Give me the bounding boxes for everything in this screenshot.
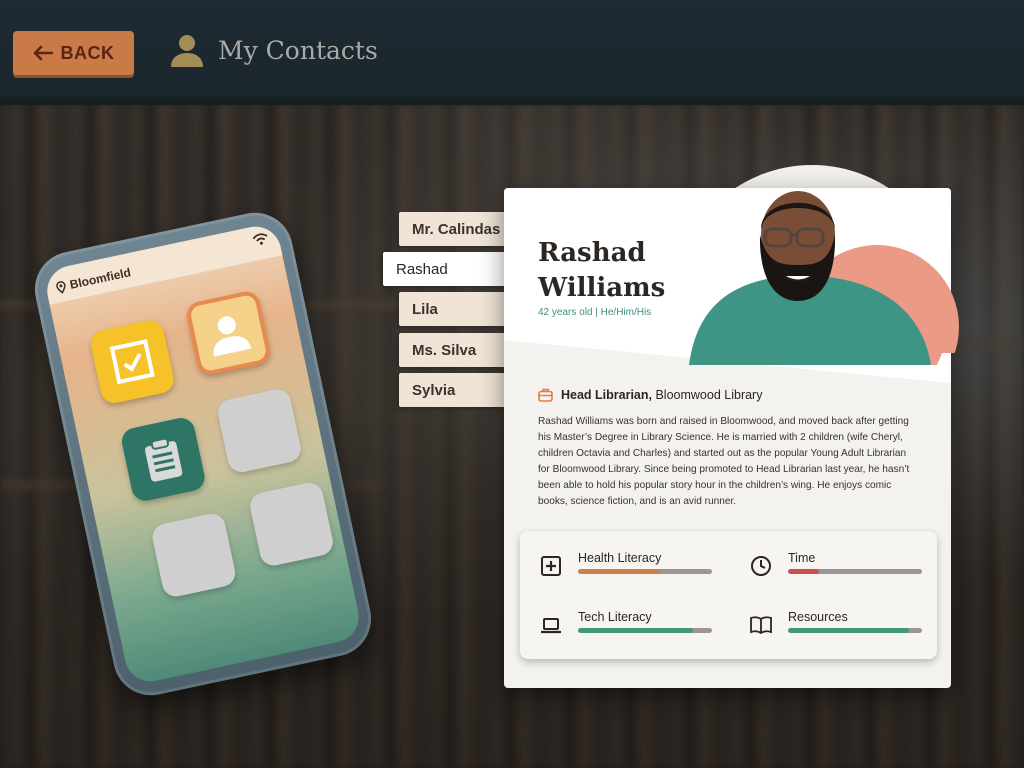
stat-health-literacy: Health Literacy xyxy=(540,551,720,591)
stat-bar-track xyxy=(788,628,922,633)
stat-bar-fill xyxy=(578,569,662,574)
contact-first-name: Rashad xyxy=(538,238,646,268)
empty-app-slot xyxy=(247,480,336,569)
stat-label: Health Literacy xyxy=(578,551,662,565)
role-organization: Bloomwood Library xyxy=(652,388,763,402)
contact-tab-sylvia[interactable]: Sylvia xyxy=(399,373,505,407)
stat-bar-fill xyxy=(578,628,694,633)
contact-tab-lila[interactable]: Lila xyxy=(399,292,505,326)
stat-bar-track xyxy=(578,569,712,574)
map-pin-icon xyxy=(56,280,66,294)
contact-tab-mr-calindas[interactable]: Mr. Calindas xyxy=(399,212,505,246)
contact-person-icon xyxy=(213,316,252,357)
arrow-left-icon xyxy=(33,45,53,61)
stat-bar-fill xyxy=(788,628,909,633)
stat-label: Resources xyxy=(788,610,848,624)
contact-role: Head Librarian, Bloomwood Library xyxy=(538,388,762,402)
checklist-app[interactable] xyxy=(88,317,177,406)
stats-panel: Health Literacy Time Tech Literacy Resou… xyxy=(520,531,937,659)
back-button[interactable]: BACK xyxy=(13,31,134,75)
clock-icon xyxy=(751,556,771,576)
book-icon xyxy=(750,616,772,635)
page-title-group: My Contacts xyxy=(170,33,378,67)
contact-name: Rashad Williams xyxy=(538,236,665,306)
contact-meta: 42 years old | He/Him/His xyxy=(538,307,652,318)
empty-app-slot xyxy=(149,511,238,600)
contacts-app[interactable] xyxy=(184,289,273,377)
checkbox-icon xyxy=(109,339,155,385)
role-title: Head Librarian, xyxy=(561,388,652,402)
person-icon xyxy=(171,35,203,67)
laptop-icon xyxy=(541,618,561,634)
notes-app[interactable] xyxy=(119,415,208,504)
back-button-label: BACK xyxy=(60,42,115,63)
stat-bar-track xyxy=(578,628,712,633)
stat-bar-track xyxy=(788,569,922,574)
briefcase-icon xyxy=(538,388,553,402)
contact-bio: Rashad Williams was born and raised in B… xyxy=(538,416,910,507)
stat-tech-literacy: Tech Literacy xyxy=(540,610,720,650)
stat-label: Tech Literacy xyxy=(578,610,652,624)
stat-time: Time xyxy=(750,551,930,591)
contact-tab-rashad[interactable]: Rashad xyxy=(383,252,505,286)
medical-kit-icon xyxy=(541,556,561,576)
contact-last-name: Williams xyxy=(538,273,666,303)
location-indicator: Bloomfield xyxy=(55,265,132,294)
stat-bar-fill xyxy=(788,569,819,574)
stat-resources: Resources xyxy=(750,610,930,650)
wifi-icon xyxy=(252,233,268,245)
empty-app-slot xyxy=(215,386,304,475)
clipboard-icon xyxy=(145,437,183,482)
stat-label: Time xyxy=(788,551,816,565)
avatar xyxy=(689,191,959,365)
top-bar: BACK My Contacts xyxy=(0,0,1024,105)
contact-tab-ms-silva[interactable]: Ms. Silva xyxy=(399,333,505,367)
location-label: Bloomfield xyxy=(68,265,133,292)
page-title: My Contacts xyxy=(218,35,378,65)
